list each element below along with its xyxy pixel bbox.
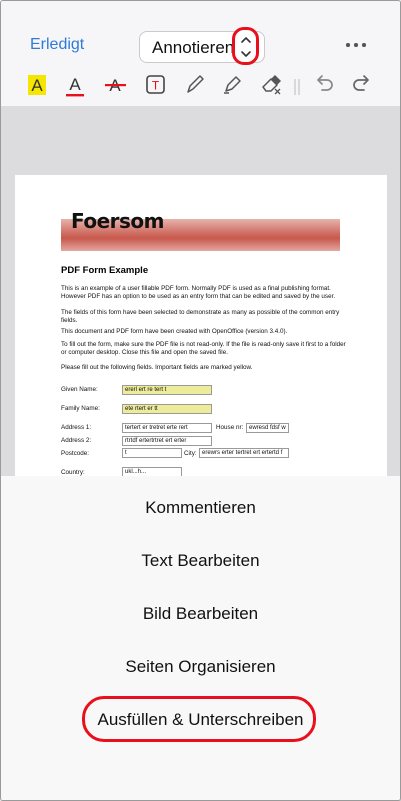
pdf-page[interactable]: Foersom PDF Form Example This is an exam… — [15, 175, 387, 477]
marker-icon[interactable] — [220, 71, 246, 101]
address1-label: Address 1: — [61, 424, 92, 431]
highlight-icon[interactable]: A — [26, 71, 52, 101]
more-icon[interactable] — [344, 33, 368, 53]
city-field[interactable]: erewrs erter tertret ert ertertd f — [199, 448, 289, 458]
pdf-heading: PDF Form Example — [61, 265, 149, 276]
done-button[interactable]: Erledigt — [30, 36, 84, 54]
paragraph: This document and PDF form have been cre… — [61, 328, 288, 335]
house-nr-field[interactable]: ewresd fdsf w — [246, 423, 289, 433]
underline-icon[interactable]: A — [64, 71, 90, 101]
textbox-glyph: T — [152, 79, 160, 93]
sheet-item-bild-bearbeiten[interactable]: Bild Bearbeiten — [1, 604, 400, 624]
postcode-field[interactable]: t — [122, 448, 182, 458]
given-name-label: Given Name: — [61, 386, 98, 393]
address1-field[interactable]: tertert er tretret erte rert — [122, 423, 212, 433]
mode-action-sheet: Kommentieren Text Bearbeiten Bild Bearbe… — [1, 476, 400, 800]
underline-glyph: A — [69, 75, 81, 94]
textbox-icon[interactable]: T — [144, 71, 170, 101]
strikethrough-icon[interactable]: A — [104, 71, 130, 101]
sheet-item-seiten-organisieren[interactable]: Seiten Organisieren — [1, 657, 400, 677]
toolbar-divider — [292, 71, 302, 101]
eraser-icon[interactable] — [258, 71, 284, 101]
logo-text: Foersom — [71, 209, 165, 233]
country-label: Country: — [61, 469, 85, 476]
pencil-icon[interactable] — [183, 71, 209, 101]
family-name-field[interactable]: ete rtert er tt — [122, 404, 212, 414]
given-name-field[interactable]: ererl ert re tert t — [122, 385, 212, 395]
selection-highlight — [82, 696, 316, 742]
paragraph: To fill out the form, make sure the PDF … — [61, 341, 346, 356]
address2-field[interactable]: rtrtdf ertertrtret ert erter — [122, 436, 212, 446]
undo-icon[interactable] — [311, 71, 337, 101]
address2-label: Address 2: — [61, 437, 92, 444]
highlight-glyph: A — [31, 76, 43, 95]
pdf-banner: Foersom — [61, 209, 340, 251]
sheet-item-kommentieren[interactable]: Kommentieren — [1, 498, 400, 518]
mode-label: Annotieren — [152, 38, 235, 57]
house-nr-label: House nr: — [216, 424, 244, 431]
sheet-item-text-bearbeiten[interactable]: Text Bearbeiten — [1, 551, 400, 571]
mode-switch-chevrons-icon[interactable] — [232, 27, 259, 65]
paragraph: Please fill out the following fields. Im… — [61, 364, 253, 371]
app-window: Erledigt Annotieren A A T Foersom PDF Fo… — [0, 0, 401, 801]
redo-icon[interactable] — [349, 71, 375, 101]
family-name-label: Family Name: — [61, 405, 100, 412]
paragraph: The fields of this form have been select… — [61, 309, 340, 324]
paragraph: This is an example of a user fillable PD… — [61, 285, 336, 300]
top-bar: Erledigt Annotieren A A T — [1, 1, 400, 106]
postcode-label: Postcode: — [61, 450, 90, 457]
city-label: City: — [184, 450, 197, 457]
